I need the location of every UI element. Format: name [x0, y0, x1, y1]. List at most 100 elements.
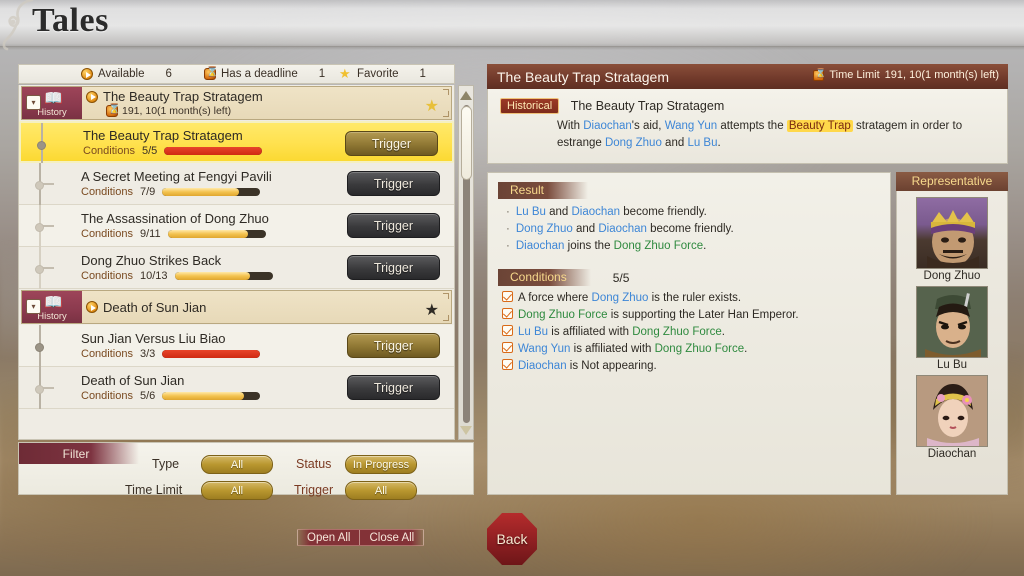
trigger-button[interactable]: Trigger — [347, 213, 440, 238]
filter-timelimit-value[interactable]: All — [201, 481, 273, 500]
detail-time-limit-label: Time Limit — [829, 69, 880, 81]
quest-title: Sun Jian Versus Liu Biao — [81, 331, 226, 346]
open-book-icon: 📖 — [44, 294, 63, 311]
result-text: Lu Bu and Diaochan become friendly. — [516, 204, 707, 221]
condition-text: Lu Bu is affiliated with Dong Zhuo Force… — [518, 324, 725, 341]
filter-trigger-value[interactable]: All — [345, 481, 417, 500]
scroll-down-button[interactable] — [459, 422, 473, 438]
chevron-down-icon[interactable]: ▾ — [26, 95, 41, 110]
person-name: Lu Bu — [518, 326, 549, 338]
progress-fill — [162, 188, 239, 196]
chevron-down-icon[interactable]: ▾ — [26, 299, 41, 314]
list-scrollbar[interactable] — [458, 85, 474, 440]
filter-type-label: Type — [152, 457, 180, 471]
conditions-value: 5/6 — [139, 390, 156, 402]
detail-subtitle: The Beauty Trap Stratagem — [570, 99, 725, 113]
conditions-value: 10/13 — [139, 270, 168, 282]
conditions-progress-bar — [162, 350, 261, 358]
result-conditions-box: Result · Lu Bu and Diaochan become friend… — [487, 172, 891, 495]
portrait-lu-bu — [916, 286, 988, 358]
quest-row[interactable]: Sun Jian Versus Liu Biao Conditions 3/3 Tri… — [19, 325, 454, 367]
available-play-icon — [81, 68, 93, 80]
quest-row[interactable]: The Beauty Trap Stratagem Conditions 5/5 Tr… — [19, 121, 454, 165]
trigger-button[interactable]: Trigger — [347, 375, 440, 400]
text: is affiliated with — [548, 326, 633, 338]
group-history-tag[interactable]: ▾ 📖 History — [22, 291, 82, 323]
group-history-tag[interactable]: ▾ 📖 History — [22, 87, 82, 119]
representative-card[interactable]: Diaochan — [916, 375, 988, 460]
quest-conditions: Conditions 5/5 — [83, 145, 263, 157]
quest-body: Death of Sun Jian Conditions 5/6 — [81, 373, 261, 402]
tally-has-a-deadline: Has a deadline 1 — [204, 67, 325, 80]
detail-description-box: Historical The Beauty Trap Stratagem Wit… — [487, 89, 1008, 164]
quest-title: The Beauty Trap Stratagem — [83, 127, 243, 143]
conditions-progress-bar — [162, 188, 261, 196]
back-button-label: Back — [496, 531, 528, 547]
quest-conditions: Conditions 5/6 — [81, 390, 261, 402]
quest-body: The Assassination of Dong Zhuo Conditions… — [81, 211, 269, 240]
scrollbar-thumb[interactable] — [461, 106, 472, 180]
open-book-icon: 📖 — [44, 90, 63, 107]
text: is the ruler exists. — [648, 292, 742, 304]
text: is affiliated with — [570, 343, 655, 355]
condition-text: A force where Dong Zhuo is the ruler exi… — [518, 290, 741, 307]
condition-item: Dong Zhuo Force is supporting the Later … — [502, 307, 880, 324]
representative-name: Lu Bu — [936, 359, 968, 371]
conditions-label: Conditions — [81, 390, 133, 402]
quest-group-header[interactable]: ▾ 📖 History Death of Sun Jian ★ — [21, 290, 452, 324]
force-name: Dong Zhuo Force — [518, 309, 608, 321]
representative-name: Dong Zhuo — [923, 270, 981, 282]
group-title: The Beauty Trap Stratagem — [103, 89, 263, 104]
star-favorite-icon[interactable]: ★ — [425, 96, 439, 116]
trigger-button[interactable]: Trigger — [347, 255, 440, 280]
conditions-value: 7/9 — [139, 186, 156, 198]
back-button[interactable]: Back — [487, 513, 537, 565]
quest-row[interactable]: Death of Sun Jian Conditions 5/6 Trigger — [19, 367, 454, 409]
close-all-button[interactable]: Close All — [359, 530, 423, 545]
star-favorite-icon[interactable]: ★ — [425, 300, 439, 320]
result-heading: Result — [498, 182, 588, 199]
representative-card[interactable]: Dong Zhuo — [916, 197, 988, 282]
text: . — [721, 326, 725, 338]
progress-fill — [174, 272, 250, 280]
quest-list[interactable]: ▾📖HistoryThe Beauty Trap Stratagem191, 1… — [18, 85, 455, 440]
condition-item: Wang Yun is affiliated with Dong Zhuo Fo… — [502, 341, 880, 358]
force-name: Dong Zhuo Force — [654, 343, 745, 355]
filter-type-value[interactable]: All — [201, 455, 273, 474]
filter-status-label: Status — [296, 457, 332, 471]
filter-status-value[interactable]: In Progress — [345, 455, 417, 474]
person-name: Lu Bu — [687, 137, 718, 149]
quest-conditions: Conditions 7/9 — [81, 186, 272, 198]
quest-conditions: Conditions 9/11 — [81, 228, 269, 240]
star-favorite-icon: ★ — [339, 65, 351, 81]
quest-row[interactable]: Dong Zhuo Strikes Back Conditions 10/13 Tri… — [19, 247, 454, 289]
force-name: Dong Zhuo Force — [632, 326, 722, 338]
representative-panel: Representative Dong Zhuo Lu Bu Diaochan — [896, 172, 1008, 495]
text: become friendly. — [620, 206, 707, 218]
text: and — [545, 206, 572, 218]
bullet-icon: · — [506, 240, 510, 252]
text: joins the — [564, 240, 614, 252]
representative-card[interactable]: Lu Bu — [916, 286, 988, 371]
quest-conditions: Conditions 3/3 — [81, 348, 261, 360]
text: . — [717, 137, 721, 149]
quest-group-header[interactable]: ▾📖HistoryThe Beauty Trap Stratagem191, 1… — [21, 86, 452, 120]
trigger-button[interactable]: Trigger — [347, 333, 440, 358]
bullet-icon: · — [506, 223, 510, 235]
result-item: · Dong Zhuo and Diaochan become friendly. — [506, 221, 880, 238]
portrait-dong-zhuo — [916, 197, 988, 269]
scroll-up-button[interactable] — [459, 87, 473, 103]
available-play-icon — [86, 90, 98, 103]
person-name: Diaochan — [515, 240, 565, 252]
text: . — [703, 240, 707, 252]
text: With — [557, 120, 584, 132]
quest-conditions: Conditions 10/13 — [81, 270, 273, 282]
text: and — [661, 137, 688, 149]
title-banner — [0, 0, 1024, 50]
quest-row[interactable]: A Secret Meeting at Fengyi Pavili Conditi… — [19, 163, 454, 205]
result-list: · Lu Bu and Diaochan become friendly. · Don… — [506, 204, 880, 255]
trigger-button[interactable]: Trigger — [347, 171, 440, 196]
open-all-button[interactable]: Open All — [298, 530, 359, 545]
quest-row[interactable]: The Assassination of Dong Zhuo Conditions… — [19, 205, 454, 247]
trigger-button[interactable]: Trigger — [345, 131, 438, 156]
